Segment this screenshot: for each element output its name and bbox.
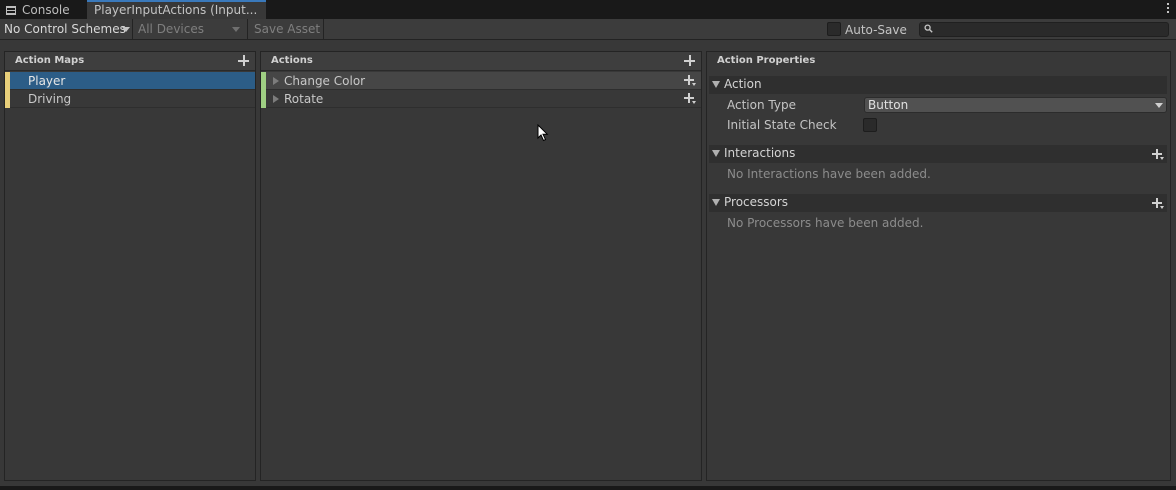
add-binding-icon[interactable]	[684, 93, 696, 104]
action-section-title: Action	[724, 77, 762, 91]
mouse-cursor-icon	[537, 124, 549, 142]
devices-dropdown[interactable]: All Devices	[134, 19, 248, 39]
action-map-item-player[interactable]: Player	[5, 72, 255, 90]
collapse-arrow-icon[interactable]	[712, 199, 720, 206]
tab-input-actions[interactable]: PlayerInputActions (Input...	[87, 0, 266, 19]
action-map-color-bar	[5, 90, 10, 108]
tab-console[interactable]: Console	[0, 0, 86, 19]
action-type-label: Action Type	[727, 98, 796, 112]
chevron-down-icon	[232, 27, 240, 32]
action-color-bar	[261, 90, 266, 108]
action-map-label: Driving	[28, 92, 72, 106]
action-map-color-bar	[5, 72, 10, 90]
add-binding-icon[interactable]	[684, 75, 696, 86]
interactions-empty-note: No Interactions have been added.	[727, 167, 931, 181]
action-label: Rotate	[284, 92, 324, 106]
action-maps-header: Action Maps	[5, 52, 255, 71]
save-asset-button[interactable]: Save Asset	[249, 19, 324, 39]
action-map-label: Player	[28, 74, 66, 88]
control-schemes-dropdown[interactable]: No Control Schemes	[0, 19, 133, 39]
auto-save-label: Auto-Save	[845, 23, 907, 37]
chevron-down-icon	[1155, 103, 1163, 108]
processors-section-title: Processors	[724, 195, 789, 209]
tab-input-actions-label: PlayerInputActions (Input...	[94, 3, 258, 17]
add-interaction-icon[interactable]	[1152, 149, 1164, 160]
auto-save-checkbox[interactable]	[827, 22, 841, 36]
action-type-dropdown[interactable]: Button	[864, 97, 1167, 113]
actions-title: Actions	[271, 55, 313, 66]
search-icon	[924, 24, 933, 33]
expand-arrow-icon[interactable]	[273, 77, 279, 85]
action-color-bar	[261, 72, 266, 90]
action-properties-title: Action Properties	[717, 55, 816, 66]
collapse-arrow-icon[interactable]	[712, 150, 720, 157]
initial-state-check-checkbox[interactable]	[863, 118, 877, 132]
processors-section-header[interactable]: Processors	[709, 194, 1167, 212]
console-icon	[6, 6, 16, 15]
collapse-arrow-icon[interactable]	[712, 81, 720, 88]
initial-state-check-label: Initial State Check	[727, 118, 837, 132]
action-maps-panel: Action Maps Player Driving	[4, 51, 256, 481]
add-action-icon[interactable]	[684, 55, 695, 66]
chevron-down-icon	[122, 27, 130, 32]
action-item-rotate[interactable]: Rotate	[261, 90, 701, 108]
action-properties-header: Action Properties	[707, 52, 1170, 71]
search-input[interactable]	[919, 22, 1169, 37]
interactions-section-header[interactable]: Interactions	[709, 145, 1167, 163]
more-options-icon[interactable]	[1166, 2, 1170, 16]
add-processor-icon[interactable]	[1152, 198, 1164, 209]
interactions-section-title: Interactions	[724, 146, 796, 160]
add-action-map-icon[interactable]	[238, 55, 249, 66]
control-schemes-label: No Control Schemes	[4, 22, 126, 36]
actions-header: Actions	[261, 52, 701, 71]
bottom-edge	[0, 486, 1176, 490]
action-type-value: Button	[868, 98, 909, 112]
devices-label: All Devices	[138, 22, 204, 36]
actions-panel: Actions Change Color Rotate	[260, 51, 702, 481]
save-asset-label: Save Asset	[254, 22, 321, 36]
tab-console-label: Console	[22, 3, 70, 17]
action-properties-panel: Action Properties Action Action Type But…	[706, 51, 1171, 481]
action-label: Change Color	[284, 74, 366, 88]
action-map-item-driving[interactable]: Driving	[5, 90, 255, 108]
action-item-change-color[interactable]: Change Color	[261, 72, 701, 90]
action-maps-title: Action Maps	[15, 55, 85, 66]
processors-empty-note: No Processors have been added.	[727, 216, 924, 230]
expand-arrow-icon[interactable]	[273, 95, 279, 103]
action-section-header[interactable]: Action	[709, 76, 1167, 94]
